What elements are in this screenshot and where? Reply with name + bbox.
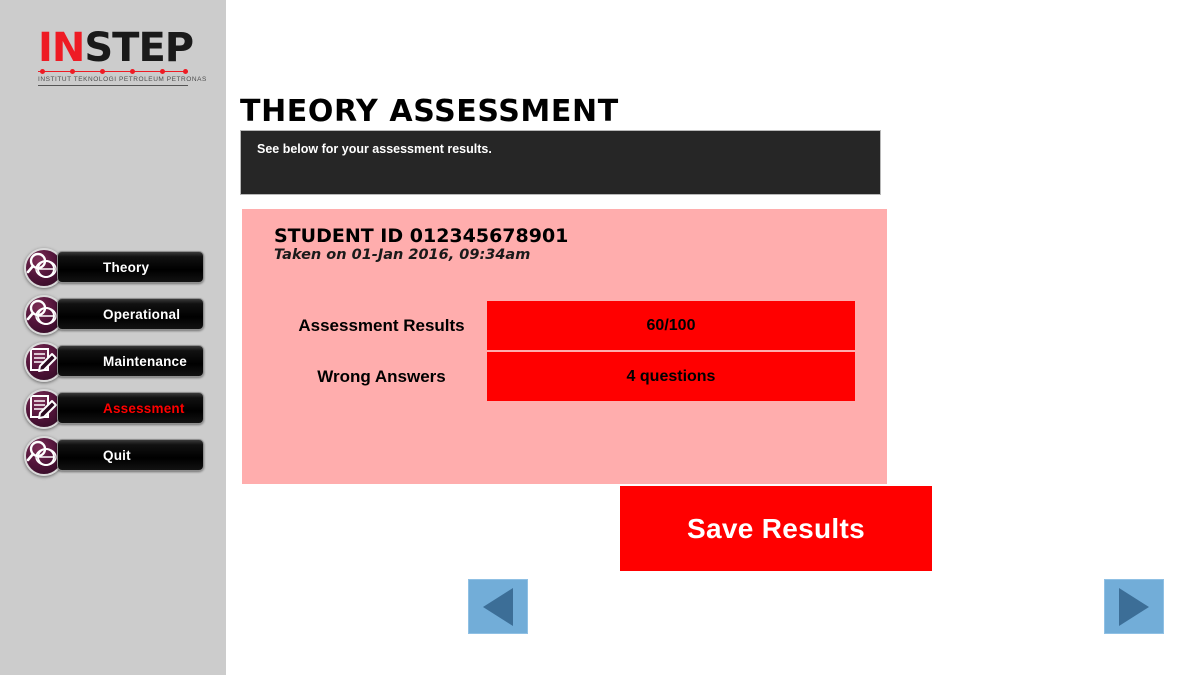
sidebar-pill-theory[interactable]: Theory <box>57 251 204 283</box>
sidebar-item-label: Assessment <box>103 400 185 416</box>
previous-page-button[interactable] <box>468 579 528 634</box>
save-results-label: Save Results <box>687 512 865 544</box>
result-value: 4 questions <box>487 352 855 401</box>
sidebar-item-maintenance[interactable]: Maintenance <box>24 342 204 382</box>
sidebar: INSTEP INSTITUT TEKNOLOGI PETROLEUM PETR… <box>0 0 226 675</box>
student-id-line: STUDENT ID 012345678901 <box>274 225 569 247</box>
logo-dotted-rule <box>38 69 188 74</box>
sidebar-item-assessment[interactable]: Assessment <box>24 389 204 429</box>
sidebar-item-label: Theory <box>103 259 150 275</box>
table-row: Assessment Results 60/100 <box>282 301 855 350</box>
instep-logo: INSTEP INSTITUT TEKNOLOGI PETROLEUM PETR… <box>38 25 206 86</box>
logo-word-in: IN <box>38 25 85 71</box>
sidebar-item-label: Maintenance <box>103 353 187 369</box>
sidebar-item-label: Operational <box>103 306 181 322</box>
logo-wordmark: INSTEP <box>38 25 194 71</box>
result-label: Assessment Results <box>298 316 465 335</box>
logo-word-step: STEP <box>84 25 194 71</box>
sidebar-menu: Theory Operational Maintenance Assessmen… <box>24 248 204 483</box>
page-title: THEORY ASSESSMENT <box>240 94 619 130</box>
triangle-left-icon <box>483 587 513 626</box>
result-value: 60/100 <box>487 301 855 350</box>
sidebar-item-theory[interactable]: Theory <box>24 248 204 288</box>
instruction-banner-text: See below for your assessment results. <box>257 142 492 156</box>
triangle-right-icon <box>1119 587 1149 626</box>
sidebar-item-operational[interactable]: Operational <box>24 295 204 335</box>
sidebar-pill-operational[interactable]: Operational <box>57 298 204 330</box>
result-label: Wrong Answers <box>317 367 446 386</box>
table-row: Wrong Answers 4 questions <box>282 352 855 401</box>
results-panel: STUDENT ID 012345678901 Taken on 01-Jan … <box>242 209 887 484</box>
save-results-button[interactable]: Save Results <box>620 486 932 571</box>
results-table: Assessment Results 60/100 Wrong Answers … <box>282 301 855 401</box>
instruction-banner: See below for your assessment results. <box>240 130 881 195</box>
sidebar-pill-quit[interactable]: Quit <box>57 439 204 471</box>
sidebar-pill-assessment[interactable]: Assessment <box>57 392 204 424</box>
taken-on-line: Taken on 01-Jan 2016, 09:34am <box>274 247 531 263</box>
logo-tagline: INSTITUT TEKNOLOGI PETROLEUM PETRONAS <box>38 74 206 86</box>
sidebar-pill-maintenance[interactable]: Maintenance <box>57 345 204 377</box>
sidebar-item-label: Quit <box>103 447 131 463</box>
next-page-button[interactable] <box>1104 579 1164 634</box>
sidebar-item-quit[interactable]: Quit <box>24 436 204 476</box>
